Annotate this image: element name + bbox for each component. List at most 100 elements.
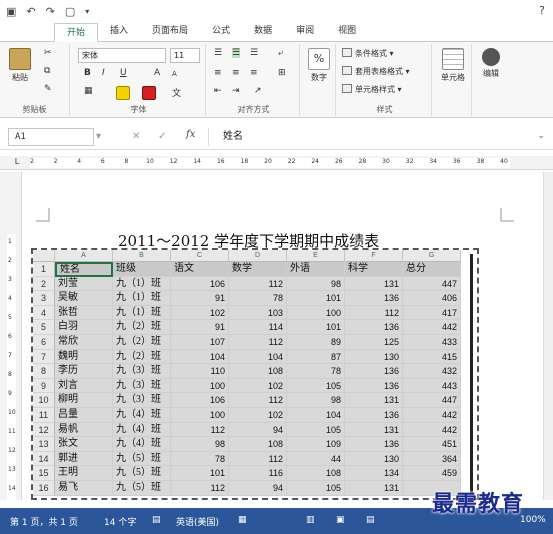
table-cell[interactable]: 柳明 (55, 393, 113, 408)
table-cell[interactable]: 136 (345, 291, 403, 306)
table-cell[interactable]: 131 (345, 393, 403, 408)
customize-qat-icon[interactable]: ▾ (85, 7, 89, 16)
table-cell[interactable]: 语文 (171, 262, 229, 277)
table-cell[interactable]: 98 (287, 276, 345, 292)
align-top-icon[interactable]: ☰ (214, 48, 222, 58)
cell-styles-button[interactable]: 单元格样式 ▾ (342, 84, 402, 95)
table-cell[interactable]: 总分 (403, 262, 461, 277)
table-cell[interactable]: 112 (229, 334, 287, 350)
table-cell[interactable]: 九（5）班 (113, 451, 171, 467)
table-cell[interactable]: 王明 (55, 466, 113, 481)
table-cell[interactable]: 433 (403, 334, 461, 350)
table-cell[interactable]: 九（4）班 (113, 422, 171, 438)
number-format-button[interactable]: % 数字 (306, 48, 332, 83)
font-name-field[interactable]: 宋体 (78, 48, 166, 63)
table-cell[interactable]: 103 (229, 305, 287, 321)
copy-icon[interactable]: ⧉ (44, 66, 50, 76)
table-cell[interactable]: 班级 (113, 262, 171, 277)
table-cell[interactable]: 406 (403, 291, 461, 306)
editing-button[interactable]: 编辑 (476, 48, 506, 79)
tab-selector-icon[interactable]: L (12, 157, 22, 168)
table-cell[interactable]: 417 (403, 305, 461, 321)
table-cell[interactable]: 105 (287, 480, 345, 496)
table-cell[interactable]: 九（4）班 (113, 437, 171, 452)
cut-icon[interactable]: ✂ (44, 48, 52, 58)
table-cell[interactable]: 130 (345, 451, 403, 467)
table-cell[interactable]: 易飞 (55, 480, 113, 496)
insert-function-icon[interactable]: fx (186, 129, 195, 140)
row-header[interactable]: 1 (33, 262, 55, 277)
table-cell[interactable]: 94 (229, 422, 287, 438)
table-cell[interactable]: 九（1）班 (113, 291, 171, 306)
table-cell[interactable]: 106 (171, 393, 229, 408)
table-cell[interactable]: 91 (171, 291, 229, 306)
column-header[interactable]: F (345, 250, 403, 262)
expand-formula-icon[interactable]: ⌄ (537, 131, 545, 141)
table-cell[interactable]: 98 (171, 437, 229, 452)
table-cell[interactable]: 134 (345, 466, 403, 481)
table-cell[interactable]: 130 (345, 349, 403, 365)
active-cell[interactable]: 姓名 (55, 262, 113, 277)
paste-button[interactable]: 粘贴 (6, 48, 34, 83)
embedded-worksheet[interactable]: ABCDEFG 1 姓名 班级 语文 数学 外语 科学 总分 2 刘莹 九（1）班 106 112 98 1… (31, 248, 479, 500)
tab-home[interactable]: 开始 (54, 23, 99, 42)
shrink-font-button[interactable]: A (172, 70, 177, 78)
undo-icon[interactable]: ↶ (26, 5, 35, 18)
row-header[interactable]: 14 (33, 451, 55, 467)
table-cell[interactable]: 112 (171, 480, 229, 496)
table-cell[interactable]: 100 (171, 378, 229, 394)
row-header[interactable]: 15 (33, 466, 55, 481)
table-cell[interactable]: 易帆 (55, 422, 113, 438)
table-cell[interactable]: 112 (229, 276, 287, 292)
row-header[interactable]: 16 (33, 480, 55, 496)
table-cell[interactable]: 112 (229, 393, 287, 408)
table-cell[interactable]: 九（3）班 (113, 393, 171, 408)
table-cell[interactable]: 110 (171, 364, 229, 379)
column-header[interactable]: A (55, 250, 113, 262)
row-header[interactable]: 6 (33, 334, 55, 350)
row-header[interactable]: 12 (33, 422, 55, 438)
table-cell[interactable]: 101 (287, 320, 345, 335)
table-cell[interactable]: 78 (171, 451, 229, 467)
column-header[interactable]: G (403, 250, 461, 262)
row-header[interactable]: 4 (33, 305, 55, 321)
table-cell[interactable]: 105 (287, 422, 345, 438)
table-cell[interactable]: 104 (287, 407, 345, 423)
table-cell[interactable]: 136 (345, 378, 403, 394)
align-middle-icon[interactable]: ☰ (232, 48, 241, 58)
table-cell[interactable]: 李历 (55, 364, 113, 379)
table-cell[interactable]: 136 (345, 437, 403, 452)
table-cell[interactable]: 郭进 (55, 451, 113, 467)
row-header[interactable]: 5 (33, 320, 55, 335)
row-header[interactable]: 2 (33, 276, 55, 292)
table-cell[interactable]: 451 (403, 437, 461, 452)
table-cell[interactable]: 432 (403, 364, 461, 379)
table-cell[interactable]: 104 (229, 349, 287, 365)
table-cell[interactable]: 415 (403, 349, 461, 365)
table-cell[interactable]: 131 (345, 480, 403, 496)
borders-icon[interactable]: ▦ (84, 86, 93, 96)
table-cell[interactable]: 442 (403, 422, 461, 438)
table-cell[interactable]: 刘莹 (55, 276, 113, 292)
cancel-icon[interactable]: ✕ (132, 131, 140, 142)
table-cell[interactable]: 109 (287, 437, 345, 452)
tab-review[interactable]: 审阅 (284, 22, 326, 41)
table-cell[interactable]: 102 (229, 407, 287, 423)
table-cell[interactable]: 102 (171, 305, 229, 321)
format-painter-icon[interactable]: ✎ (44, 84, 52, 94)
table-cell[interactable]: 九（1）班 (113, 276, 171, 292)
table-cell[interactable]: 100 (171, 407, 229, 423)
orientation-icon[interactable]: ↗ (254, 86, 262, 96)
table-cell[interactable]: 九（2）班 (113, 349, 171, 365)
table-cell[interactable]: 459 (403, 466, 461, 481)
table-cell[interactable]: 104 (171, 349, 229, 365)
table-cell[interactable]: 吕量 (55, 407, 113, 423)
proofing-icon[interactable]: ▤ (152, 515, 161, 525)
table-cell[interactable]: 112 (229, 451, 287, 467)
table-cell[interactable]: 116 (229, 466, 287, 481)
phonetic-icon[interactable]: 文 (172, 86, 181, 99)
table-cell[interactable]: 刘言 (55, 378, 113, 394)
row-header[interactable]: 7 (33, 349, 55, 365)
wrap-text-icon[interactable]: ⤶ (278, 48, 283, 58)
table-cell[interactable]: 94 (229, 480, 287, 496)
